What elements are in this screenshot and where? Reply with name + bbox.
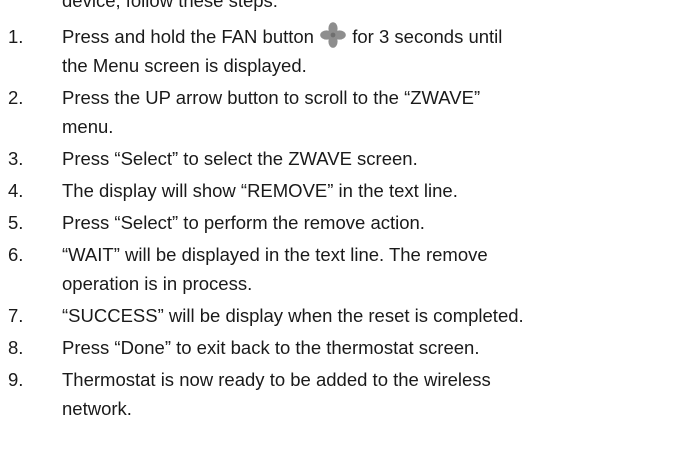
step-4: 4. The display will show “REMOVE” in the… xyxy=(0,176,673,205)
step-text: “WAIT” will be displayed in the text lin… xyxy=(62,244,488,265)
step-text: Thermostat is now ready to be added to t… xyxy=(62,369,491,390)
step-number: 3. xyxy=(8,148,24,169)
step-number: 8. xyxy=(8,337,24,358)
step-number: 4. xyxy=(8,180,24,201)
step-text: Press “Select” to perform the remove act… xyxy=(62,212,425,233)
step-text: for 3 seconds until xyxy=(352,26,503,47)
step-text: Press “Done” to exit back to the thermos… xyxy=(62,337,480,358)
step-3: 3. Press “Select” to select the ZWAVE sc… xyxy=(0,144,673,173)
step-9: 9. Thermostat is now ready to be added t… xyxy=(0,365,673,423)
step-number: 2. xyxy=(8,87,24,108)
step-5: 5. Press “Select” to perform the remove … xyxy=(0,208,673,237)
step-number: 9. xyxy=(8,369,24,390)
step-text: Press the UP arrow button to scroll to t… xyxy=(62,87,481,108)
step-1: 1. Press and hold the FAN button for 3 s… xyxy=(0,22,673,80)
step-7: 7. “SUCCESS” will be display when the re… xyxy=(0,301,673,330)
step-number: 6. xyxy=(8,244,24,265)
step-text: menu. xyxy=(62,116,114,137)
step-6: 6. “WAIT” will be displayed in the text … xyxy=(0,240,673,298)
step-text: “SUCCESS” will be display when the reset… xyxy=(62,305,524,326)
instruction-steps-list: 1. Press and hold the FAN button for 3 s… xyxy=(0,22,673,426)
step-2: 2. Press the UP arrow button to scroll t… xyxy=(0,83,673,141)
step-text: the Menu screen is displayed. xyxy=(62,55,307,76)
step-text: Press “Select” to select the ZWAVE scree… xyxy=(62,148,418,169)
cropped-intro-text: device, follow these steps: xyxy=(62,0,278,11)
step-number: 5. xyxy=(8,212,24,233)
step-number: 1. xyxy=(8,26,24,47)
step-text: The display will show “REMOVE” in the te… xyxy=(62,180,458,201)
step-text: operation is in process. xyxy=(62,273,253,294)
fan-icon xyxy=(320,22,346,48)
step-text: Press and hold the FAN button xyxy=(62,26,314,47)
step-text: network. xyxy=(62,398,132,419)
step-number: 7. xyxy=(8,305,24,326)
step-8: 8. Press “Done” to exit back to the ther… xyxy=(0,333,673,362)
